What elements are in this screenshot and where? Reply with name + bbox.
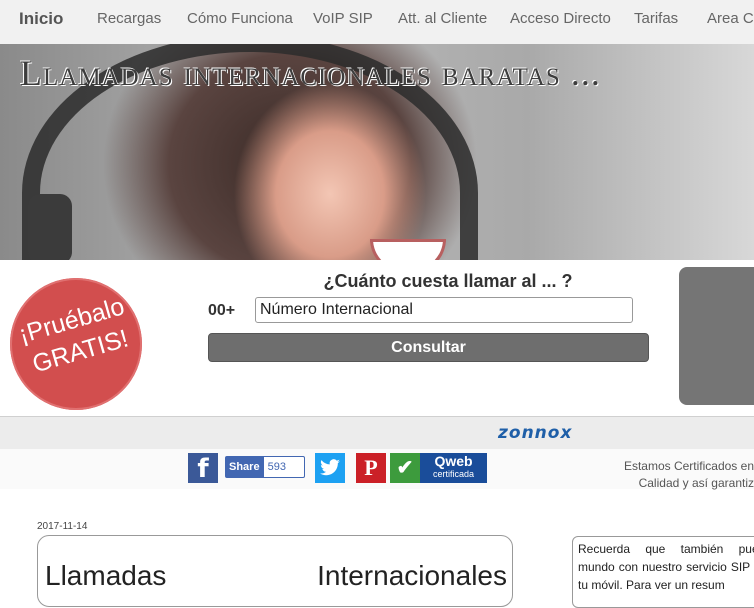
- facebook-share-button[interactable]: Share 593: [225, 456, 305, 478]
- nav-voip-sip[interactable]: VoIP SIP: [313, 0, 373, 40]
- nav-atencion-cliente[interactable]: Att. al Cliente: [398, 0, 487, 40]
- side-gray-panel: [679, 267, 754, 405]
- top-navigation: Inicio Recargas Cómo Funciona VoIP SIP A…: [0, 0, 754, 45]
- free-trial-badge-text: ¡Pruébalo GRATIS!: [4, 287, 149, 385]
- consult-button[interactable]: Consultar: [208, 333, 649, 362]
- hero-earcup-shape: [28, 194, 72, 260]
- twitter-bird-glyph: [320, 459, 340, 476]
- zonnox-logo[interactable]: zonnox: [498, 423, 572, 443]
- pinterest-icon[interactable]: P: [356, 453, 386, 483]
- brand-bar: zonnox: [0, 416, 754, 450]
- nav-area-cliente[interactable]: Area C: [707, 0, 754, 40]
- nav-recargas[interactable]: Recargas: [97, 0, 161, 40]
- check-icon[interactable]: ✔: [390, 453, 420, 483]
- free-trial-badge[interactable]: ¡Pruébalo GRATIS!: [10, 278, 142, 410]
- cert-line-1: Estamos Certificados en: [623, 459, 754, 473]
- article-date: 2017-11-14: [37, 521, 88, 532]
- share-label: Share: [226, 457, 264, 477]
- twitter-icon[interactable]: [315, 453, 345, 483]
- facebook-icon[interactable]: f: [188, 453, 218, 484]
- qweb-title: Qweb: [434, 453, 473, 469]
- hero-smile-shape: [370, 239, 446, 260]
- article-title: Llamadas Internacionales: [45, 560, 507, 591]
- qweb-subtitle: certificada: [432, 469, 475, 479]
- nav-inicio[interactable]: Inicio: [19, 0, 63, 40]
- hero-banner: Llamadas internacionales baratas ...: [0, 44, 754, 260]
- share-count: 593: [267, 461, 286, 473]
- nav-tarifas[interactable]: Tarifas: [634, 0, 678, 40]
- hero-title: Llamadas internacionales baratas ...: [20, 53, 601, 93]
- side-info-text: Recuerda que también puedes mundo con nu…: [578, 542, 754, 592]
- international-number-input[interactable]: [255, 297, 633, 323]
- nav-como-funciona[interactable]: Cómo Funciona: [187, 0, 293, 40]
- price-question: ¿Cuánto cuesta llamar al ... ?: [323, 271, 573, 291]
- dial-prefix: 00+: [208, 302, 236, 319]
- nav-acceso-directo[interactable]: Acceso Directo: [510, 0, 611, 40]
- certification-text: Estamos Certificados en Calidad y así ga…: [600, 458, 754, 492]
- qweb-certified-badge[interactable]: Qweb certificada: [420, 453, 487, 483]
- cert-line-2: Calidad y así garantiz: [638, 476, 754, 490]
